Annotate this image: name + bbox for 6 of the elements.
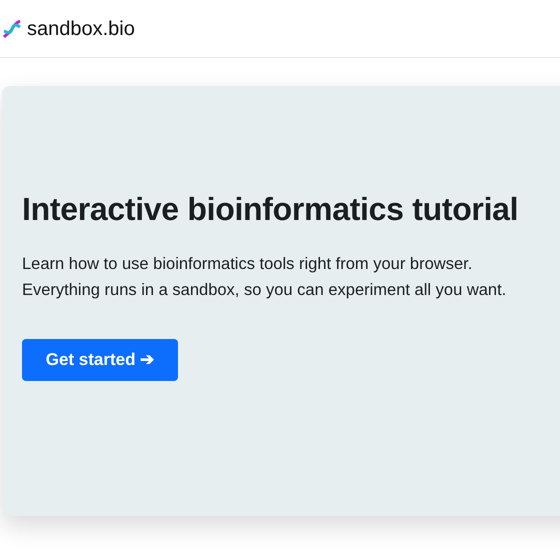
hero-title: Interactive bioinformatics tutorial [22,190,520,229]
dna-icon [2,18,22,38]
hero-description: Learn how to use bioinformatics tools right from your browser. [22,254,474,275]
hero-description: Everything runs in a sandbox, so you can experiment all you want. [22,280,508,301]
get-started-button[interactable]: Get started ➔ [22,339,178,381]
brand-name[interactable]: sandbox.bio [27,14,135,44]
